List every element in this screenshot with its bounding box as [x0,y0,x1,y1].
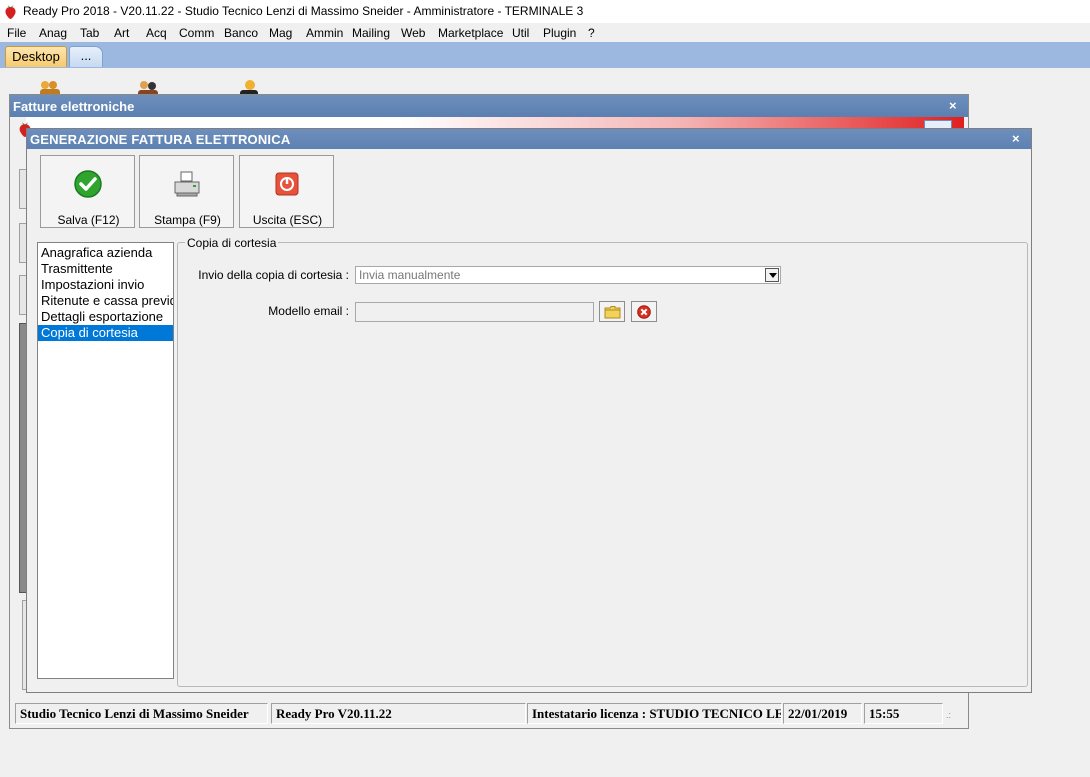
exit-button[interactable]: Uscita (ESC) [239,155,334,228]
menu-plugin[interactable]: Plugin [543,26,576,40]
nav-item-impostazioni-invio[interactable]: Impostazioni invio [38,277,173,293]
copia-cortesia-group: Copia di cortesia Invio della copia di c… [177,236,1028,687]
menu-comm[interactable]: Comm [179,26,214,40]
strawberry-icon [5,5,16,19]
generazione-fattura-dialog: GENERAZIONE FATTURA ELETTRONICA × Salva … [26,128,1032,693]
printer-icon [174,171,200,197]
fatture-window-title: Fatture elettroniche [13,99,135,114]
print-button-label: Stampa (F9) [154,213,221,227]
menu-banco[interactable]: Banco [224,26,258,40]
chevron-down-icon[interactable] [765,268,779,282]
menu-tab[interactable]: Tab [80,26,99,40]
status-bar: Studio Tecnico Lenzi di Massimo Sneider … [10,700,966,726]
menu-file[interactable]: File [7,26,26,40]
status-license: Intestatario licenza : STUDIO TECNICO LE… [527,703,782,724]
modello-email-field[interactable] [355,302,594,322]
section-nav-list: Anagrafica azienda Trasmittente Impostaz… [37,242,174,679]
clear-field-button[interactable] [631,301,657,322]
nav-item-dettagli-esportazione[interactable]: Dettagli esportazione [38,309,173,325]
invio-copia-value: Invia manualmente [359,268,461,282]
print-button[interactable]: Stampa (F9) [139,155,234,228]
window-title: Ready Pro 2018 - V20.11.22 - Studio Tecn… [23,4,584,18]
menu-art[interactable]: Art [114,26,129,40]
dialog-close-icon[interactable]: × [1012,131,1020,146]
dialog-title: GENERAZIONE FATTURA ELETTRONICA [30,132,291,147]
group-title: Copia di cortesia [185,236,279,250]
dialog-caption: GENERAZIONE FATTURA ELETTRONICA × [27,129,1031,149]
menu-web[interactable]: Web [401,26,425,40]
nav-item-ritenute-cassa[interactable]: Ritenute e cassa previdenziale [38,293,173,309]
desktop-tab-strip: Desktop ... [0,42,1090,68]
nav-item-trasmittente[interactable]: Trasmittente [38,261,173,277]
exit-button-label: Uscita (ESC) [252,213,323,227]
menu-help[interactable]: ? [588,26,595,40]
menu-marketplace[interactable]: Marketplace [438,26,503,40]
menu-acq[interactable]: Acq [146,26,167,40]
nav-item-copia-di-cortesia[interactable]: Copia di cortesia [38,325,173,341]
menu-bar: File Anag Tab Art Acq Comm Banco Mag Amm… [0,23,1090,42]
nav-item-anagrafica-azienda[interactable]: Anagrafica azienda [38,245,173,261]
save-button-label: Salva (F12) [57,213,120,227]
browse-folder-button[interactable] [599,301,625,322]
checkmark-icon [74,170,102,198]
menu-mag[interactable]: Mag [269,26,292,40]
folder-icon [604,306,621,319]
invio-copia-label: Invio della copia di cortesia : [198,268,349,282]
invio-copia-dropdown[interactable]: Invia manualmente [355,266,781,284]
tab-more[interactable]: ... [69,46,103,67]
status-company: Studio Tecnico Lenzi di Massimo Sneider [15,703,268,724]
resize-grip-icon[interactable]: .: [946,710,956,720]
delete-icon [637,305,651,319]
fatture-window-caption: Fatture elettroniche × [10,95,968,117]
app-titlebar: Ready Pro 2018 - V20.11.22 - Studio Tecn… [0,0,1090,23]
tab-desktop[interactable]: Desktop [5,46,67,67]
menu-ammin[interactable]: Ammin [306,26,343,40]
status-version: Ready Pro V20.11.22 [271,703,526,724]
status-date: 22/01/2019 [783,703,862,724]
save-button[interactable]: Salva (F12) [40,155,135,228]
menu-anag[interactable]: Anag [39,26,67,40]
menu-mailing[interactable]: Mailing [352,26,390,40]
status-time: 15:55 [864,703,943,724]
modello-email-label: Modello email : [268,304,349,318]
menu-util[interactable]: Util [512,26,529,40]
fatture-window-close-icon[interactable]: × [949,98,957,113]
power-icon [275,172,299,196]
